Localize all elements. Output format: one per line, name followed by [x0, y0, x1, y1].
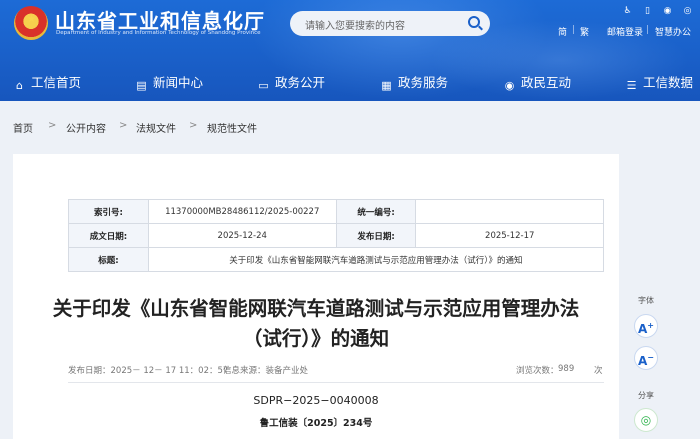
- wechat-share-icon[interactable]: ◎: [634, 408, 658, 432]
- top-icon-bar: ♿ ▯ ◉ ◎: [622, 6, 694, 18]
- nav-label: 新闻中心: [153, 75, 204, 90]
- breadcrumb-public-content[interactable]: 公开内容: [66, 120, 106, 135]
- weibo-icon[interactable]: ◎: [682, 6, 693, 17]
- meta-value: 关于印发《山东省智能网联汽车道路测试与示范应用管理办法（试行）》的通知: [147, 247, 605, 272]
- divider: |: [572, 25, 576, 35]
- article-title: 关于印发《山东省智能网联汽车道路测试与示范应用管理办法（试行）》的通知: [52, 297, 580, 350]
- breadcrumb-normative-docs[interactable]: 规范性文件: [207, 120, 257, 135]
- meta-label: 索引号:: [68, 199, 149, 224]
- views-count: 989: [558, 364, 575, 374]
- traditional-link[interactable]: 繁: [580, 25, 589, 38]
- nav-label: 政民互动: [521, 75, 572, 90]
- article-panel: 索引号: 11370000MB28486112/2025-00227 统一编号:…: [13, 154, 619, 439]
- site-header: ★ 山东省工业和信息化厅 Department of Industry and …: [0, 0, 700, 101]
- mobile-icon[interactable]: ▯: [642, 6, 653, 17]
- nav-item-news[interactable]: ▤ 新闻中心: [135, 72, 204, 92]
- font-increase-button[interactable]: A+: [634, 314, 658, 338]
- divider: |: [646, 25, 650, 35]
- site-subtitle: Department of Industry and Information T…: [56, 30, 261, 36]
- meta-label: 统一编号:: [335, 199, 417, 224]
- share-label: 分享: [638, 391, 654, 400]
- simplified-link[interactable]: 简: [558, 25, 567, 38]
- publish-info: 发布日期：2025－ 12－ 17 11：02：57 信息来源：装备产业处 浏览…: [68, 364, 604, 378]
- main-nav: ⌂ 工信首页 ▤ 新闻中心 ▭ 政务公开 ▦ 政务服务 ◉ 政民互动 ☰ 工信数据: [0, 64, 700, 98]
- document-number: SDPR−2025−0040008: [253, 394, 379, 407]
- chat-icon: ◉: [504, 79, 515, 92]
- info-source: 信息来源：装备产业处: [223, 366, 309, 376]
- views-label: 浏览次数：: [516, 366, 559, 376]
- home-icon: ⌂: [16, 79, 23, 92]
- monitor-icon: ▭: [258, 79, 269, 92]
- font-decrease-button[interactable]: A−: [634, 346, 658, 370]
- meta-value: 11370000MB28486112/2025-00227: [147, 199, 337, 224]
- nav-item-data[interactable]: ☰ 工信数据: [625, 72, 694, 92]
- meta-value: 2025-12-17: [415, 223, 604, 248]
- nav-item-government-services[interactable]: ▦ 政务服务: [380, 72, 449, 92]
- database-icon: ☰: [626, 79, 637, 92]
- divider: [68, 382, 604, 383]
- nav-label: 工信首页: [31, 75, 82, 90]
- national-emblem-icon: ★: [14, 6, 48, 40]
- search-input[interactable]: 请输入您要搜索的内容: [305, 17, 405, 32]
- nav-label: 政务公开: [275, 75, 326, 90]
- document-code: 鲁工信装〔2025〕234号: [259, 418, 373, 429]
- nav-item-interaction[interactable]: ◉ 政民互动: [503, 72, 572, 92]
- breadcrumb-regulations[interactable]: 法规文件: [136, 120, 176, 135]
- nav-item-home[interactable]: ⌂ 工信首页: [13, 72, 82, 92]
- accessibility-icon[interactable]: ♿: [622, 6, 633, 17]
- nav-label: 工信数据: [643, 75, 694, 90]
- metadata-table: 索引号: 11370000MB28486112/2025-00227 统一编号:…: [68, 199, 605, 272]
- smart-office-link[interactable]: 智慧办公: [655, 25, 691, 38]
- nav-item-open-government[interactable]: ▭ 政务公开: [257, 72, 326, 92]
- breadcrumb-separator: >: [119, 120, 128, 131]
- search-icon[interactable]: [468, 16, 480, 28]
- meta-value: [415, 199, 604, 224]
- font-size-label: 字体: [638, 296, 654, 305]
- publish-time: 发布日期：2025－ 12－ 17 11：02：57: [68, 366, 229, 376]
- meta-value: 2025-12-24: [147, 223, 337, 248]
- views-unit: 次: [594, 366, 603, 376]
- meta-label: 标题:: [68, 247, 149, 272]
- meta-label: 成文日期:: [68, 223, 149, 248]
- breadcrumb-home[interactable]: 首页: [13, 120, 33, 135]
- meta-label: 发布日期:: [335, 223, 417, 248]
- nav-label: 政务服务: [398, 75, 449, 90]
- search-box[interactable]: 请输入您要搜索的内容: [290, 11, 490, 36]
- breadcrumb-separator: >: [189, 120, 198, 131]
- wechat-icon[interactable]: ◉: [662, 6, 673, 17]
- breadcrumb-separator: >: [48, 120, 57, 131]
- mail-login-link[interactable]: 邮箱登录: [607, 25, 643, 38]
- news-icon: ▤: [136, 79, 147, 92]
- grid-icon: ▦: [381, 79, 392, 92]
